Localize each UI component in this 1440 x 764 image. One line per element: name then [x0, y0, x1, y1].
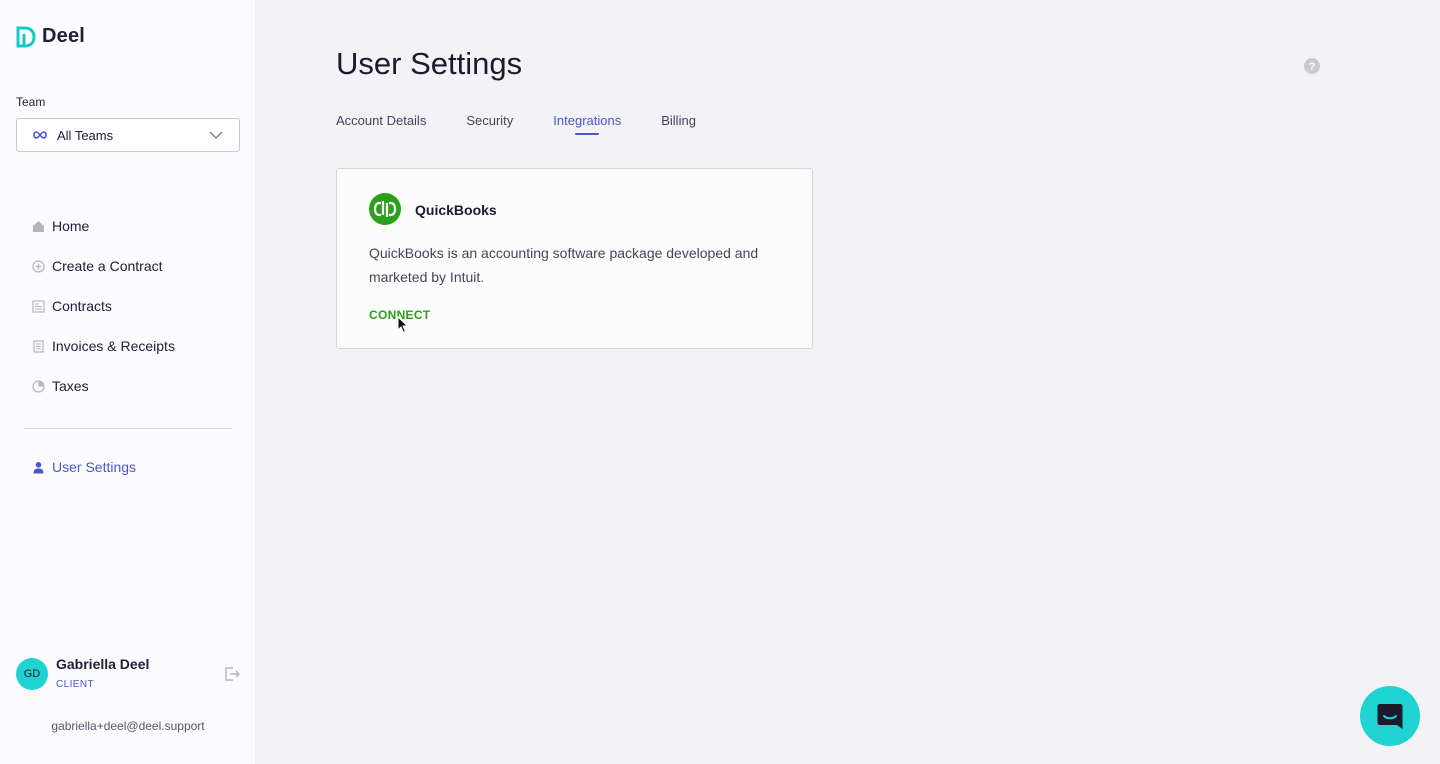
- tab-security[interactable]: Security: [466, 113, 513, 137]
- sidebar-item-label: Invoices & Receipts: [52, 338, 175, 354]
- home-icon: [33, 220, 44, 232]
- chevron-down-icon: [209, 131, 223, 139]
- receipt-icon: [33, 339, 44, 353]
- brand-name: Deel: [42, 25, 86, 47]
- sidebar-item-label: Taxes: [52, 378, 89, 394]
- team-select[interactable]: All Teams: [16, 118, 240, 152]
- user-icon: [33, 461, 44, 473]
- tab-account-details[interactable]: Account Details: [336, 113, 426, 137]
- chat-support-button[interactable]: [1360, 686, 1420, 746]
- sidebar-item-label: Home: [52, 218, 90, 234]
- svg-text:?: ?: [1309, 61, 1316, 73]
- sidebar-item-create-contract[interactable]: Create a Contract: [32, 256, 175, 276]
- sidebar-nav: Home Create a Contract Contracts Invoice…: [32, 216, 175, 416]
- sidebar-item-invoices[interactable]: Invoices & Receipts: [32, 336, 175, 356]
- integration-description: QuickBooks is an accounting software pac…: [369, 245, 759, 285]
- logout-icon[interactable]: [224, 666, 240, 682]
- chat-icon: [1377, 704, 1403, 729]
- tab-integrations[interactable]: Integrations: [553, 113, 621, 137]
- integration-title: QuickBooks: [415, 202, 497, 218]
- avatar[interactable]: GD: [16, 658, 48, 690]
- settings-tabs: Account Details Security Integrations Bi…: [336, 113, 736, 137]
- user-name: Gabriella Deel: [56, 656, 150, 672]
- sidebar: Deel Team All Teams Home Create a Contra…: [0, 0, 256, 764]
- pie-chart-icon: [32, 379, 45, 393]
- sidebar-divider: [24, 428, 232, 429]
- deel-logo[interactable]: Deel: [16, 25, 85, 48]
- user-email: gabriella+deel@deel.support: [51, 719, 205, 733]
- sidebar-item-taxes[interactable]: Taxes: [32, 376, 175, 396]
- team-label: Team: [16, 95, 46, 109]
- tab-billing[interactable]: Billing: [661, 113, 696, 137]
- contract-icon: [32, 299, 45, 313]
- user-role-badge: CLIENT: [56, 679, 94, 690]
- infinity-icon: [33, 131, 47, 139]
- deel-logo-icon: [16, 26, 36, 47]
- help-icon[interactable]: ?: [1304, 58, 1320, 74]
- mouse-cursor-icon: [397, 316, 409, 334]
- sidebar-item-label: Create a Contract: [52, 258, 163, 274]
- quickbooks-logo-icon: [369, 193, 401, 225]
- user-profile: GD Gabriella Deel CLIENT: [16, 656, 246, 696]
- sidebar-item-label: User Settings: [52, 459, 137, 475]
- sidebar-item-label: Contracts: [52, 298, 112, 314]
- sidebar-item-home[interactable]: Home: [32, 216, 175, 236]
- plus-circle-icon: [32, 259, 45, 273]
- team-select-value: All Teams: [57, 127, 114, 143]
- page-title: User Settings: [336, 46, 523, 81]
- sidebar-item-user-settings[interactable]: User Settings: [32, 457, 136, 477]
- sidebar-item-contracts[interactable]: Contracts: [32, 296, 175, 316]
- app-root: Deel Team All Teams Home Create a Contra…: [0, 0, 1440, 764]
